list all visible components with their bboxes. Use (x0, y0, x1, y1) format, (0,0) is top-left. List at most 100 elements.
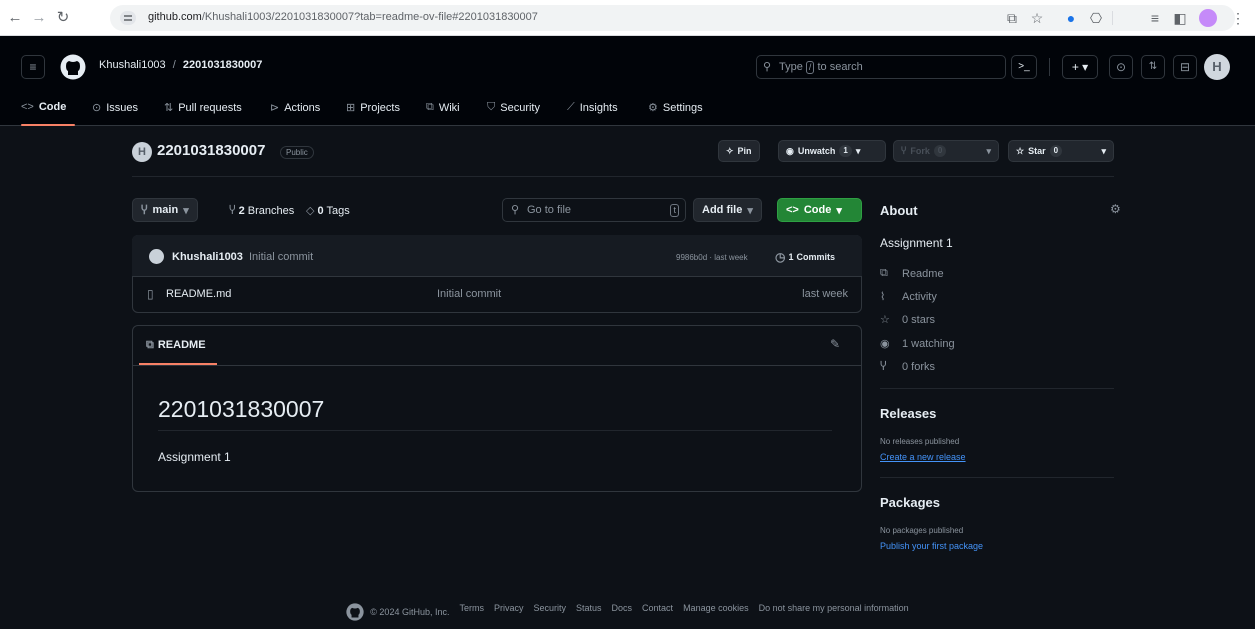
tags-count: 0 (317, 205, 324, 217)
tags-link[interactable]: ◇ 0 Tags (306, 204, 350, 217)
about-stars-link[interactable]: ☆ 0 stars (880, 313, 935, 327)
star-icon: ☆ (880, 314, 890, 326)
branches-label: Branches (247, 205, 295, 217)
bookmark-star-icon[interactable]: ☆ (1029, 10, 1045, 26)
tab-security[interactable]: ⛉ Security (487, 101, 540, 114)
shield-extension-icon[interactable]: ● (1063, 10, 1079, 26)
forward-icon[interactable]: → (30, 9, 48, 27)
about-readme-link[interactable]: ⧉ Readme (880, 267, 944, 280)
about-forks-link[interactable]: Ⴤ 0 forks (880, 360, 935, 374)
pin-button[interactable]: ✧ Pin (718, 140, 760, 162)
eye-icon: ◉ (880, 338, 890, 350)
go-to-file-input[interactable]: ⚲ Go to file t (502, 198, 686, 222)
back-icon[interactable]: ← (6, 9, 24, 27)
packages-empty-text: No packages published (880, 526, 964, 535)
footer-link-docs[interactable]: Docs (612, 603, 633, 621)
footer-link-manage-cookies[interactable]: Manage cookies (683, 603, 749, 621)
footer-link-terms[interactable]: Terms (459, 603, 484, 621)
tab-settings[interactable]: ⚙ Settings (648, 101, 703, 115)
fork-count: 0 (933, 145, 947, 157)
about-item-label: 1 watching (902, 337, 955, 350)
branch-selector[interactable]: Ⴤmain ▾ (132, 198, 198, 222)
inbox-icon[interactable]: ⊟ (1173, 55, 1197, 79)
code-icon: <> (21, 101, 34, 113)
profile-avatar[interactable] (1199, 9, 1217, 27)
shield-icon: ⛉ (487, 101, 496, 113)
about-watching-link[interactable]: ◉ 1 watching (880, 337, 955, 351)
side-panel-icon[interactable]: ◧ (1172, 10, 1188, 26)
reload-icon[interactable]: ↻ (54, 9, 72, 27)
github-logo-icon[interactable] (60, 54, 86, 80)
star-button[interactable]: ☆ Star 0 ▾ (1008, 140, 1114, 162)
publish-package-link[interactable]: Publish your first package (880, 541, 983, 551)
create-new-button[interactable]: + ▾ (1062, 55, 1098, 79)
footer-link-status[interactable]: Status (576, 603, 602, 621)
fork-button[interactable]: Ⴤ Fork 0 ▾ (893, 140, 999, 162)
gear-icon[interactable]: ⚙ (1110, 202, 1121, 216)
edit-pencil-icon[interactable]: ✎ (830, 337, 840, 351)
site-info-icon[interactable] (120, 11, 136, 25)
table-row[interactable]: ▯ README.md Initial commit last week (132, 277, 862, 312)
commit-author[interactable]: Khushali1003 (172, 251, 243, 263)
extensions-icon[interactable]: ⎔ (1088, 10, 1104, 26)
play-icon: ⊳ (270, 102, 280, 114)
tab-wiki[interactable]: ⧉ Wiki (426, 101, 460, 114)
unwatch-button[interactable]: ◉ Unwatch 1 ▾ (778, 140, 886, 162)
readme-tab[interactable]: ⧉ README (146, 339, 206, 352)
branch-name: main (152, 204, 179, 216)
pull-requests-icon[interactable]: ⇅ (1141, 55, 1165, 79)
cast-icon[interactable]: ⧉ (1004, 10, 1020, 26)
url-text[interactable]: github.com/Khushali1003/2201031830007?ta… (148, 11, 538, 23)
file-commit-time: last week (802, 288, 848, 300)
tab-pull-requests[interactable]: ⇅ Pull requests (164, 101, 242, 115)
reading-list-icon[interactable]: ≡ (1147, 10, 1163, 26)
footer-link-do-not-share[interactable]: Do not share my personal information (759, 603, 909, 621)
about-item-label: Activity (902, 290, 937, 303)
file-name[interactable]: README.md (166, 288, 231, 300)
heading-rule (158, 430, 832, 431)
footer-link-privacy[interactable]: Privacy (494, 603, 524, 621)
readme-body: Assignment 1 (158, 450, 231, 464)
create-release-link[interactable]: Create a new release (880, 452, 966, 462)
about-activity-link[interactable]: ⌇ Activity (880, 290, 937, 304)
tab-actions[interactable]: ⊳ Actions (270, 101, 320, 115)
user-avatar[interactable]: H (1204, 54, 1230, 80)
footer-link-contact[interactable]: Contact (642, 603, 673, 621)
commits-link[interactable]: ◷ 1 Commits (775, 250, 835, 264)
pin-icon: ✧ (726, 146, 734, 156)
branches-link[interactable]: Ⴤ 2 Branches (229, 204, 294, 217)
chevron-down-icon: ▾ (855, 146, 861, 156)
divider (132, 176, 1114, 177)
header-divider (1049, 58, 1050, 76)
history-icon: ◷ (775, 250, 786, 264)
breadcrumb-owner[interactable]: Khushali1003 (99, 59, 166, 71)
tab-code[interactable]: <> Code (21, 101, 66, 113)
tab-label: Code (38, 101, 67, 113)
kebab-menu-icon[interactable]: ⋮ (1230, 10, 1246, 26)
repo-owner-avatar[interactable]: H (132, 142, 152, 162)
tab-issues[interactable]: ⊙ Issues (92, 101, 138, 115)
tab-insights[interactable]: ⟋ Insights (567, 101, 618, 114)
github-footer-logo-icon[interactable] (346, 603, 364, 621)
pulse-icon: ⌇ (880, 291, 886, 303)
fork-icon: Ⴤ (901, 146, 907, 156)
commit-hash-time[interactable]: 9986b0d · last week (676, 253, 748, 262)
tab-projects[interactable]: ⊞ Projects (346, 101, 400, 115)
packages-title[interactable]: Packages (880, 495, 940, 510)
issues-icon[interactable]: ⊙ (1109, 55, 1133, 79)
hamburger-menu-icon[interactable]: ≡ (21, 55, 45, 79)
repo-name[interactable]: 2201031830007 (157, 142, 265, 159)
command-palette-button[interactable]: >_ (1011, 55, 1037, 79)
file-commit-message[interactable]: Initial commit (437, 288, 501, 300)
releases-title[interactable]: Releases (880, 406, 936, 421)
code-button[interactable]: <> Code ▾ (777, 198, 862, 222)
tag-icon: ◇ (306, 205, 315, 217)
add-file-button[interactable]: Add file ▾ (693, 198, 762, 222)
breadcrumb-repo[interactable]: 2201031830007 (183, 59, 263, 71)
footer-link-security[interactable]: Security (533, 603, 566, 621)
commit-author-avatar[interactable] (149, 249, 164, 264)
search-input[interactable]: ⚲ Type / to search (756, 55, 1006, 79)
star-icon: ☆ (1016, 146, 1025, 156)
tags-label: Tags (326, 205, 350, 217)
commit-message[interactable]: Initial commit (249, 251, 313, 263)
